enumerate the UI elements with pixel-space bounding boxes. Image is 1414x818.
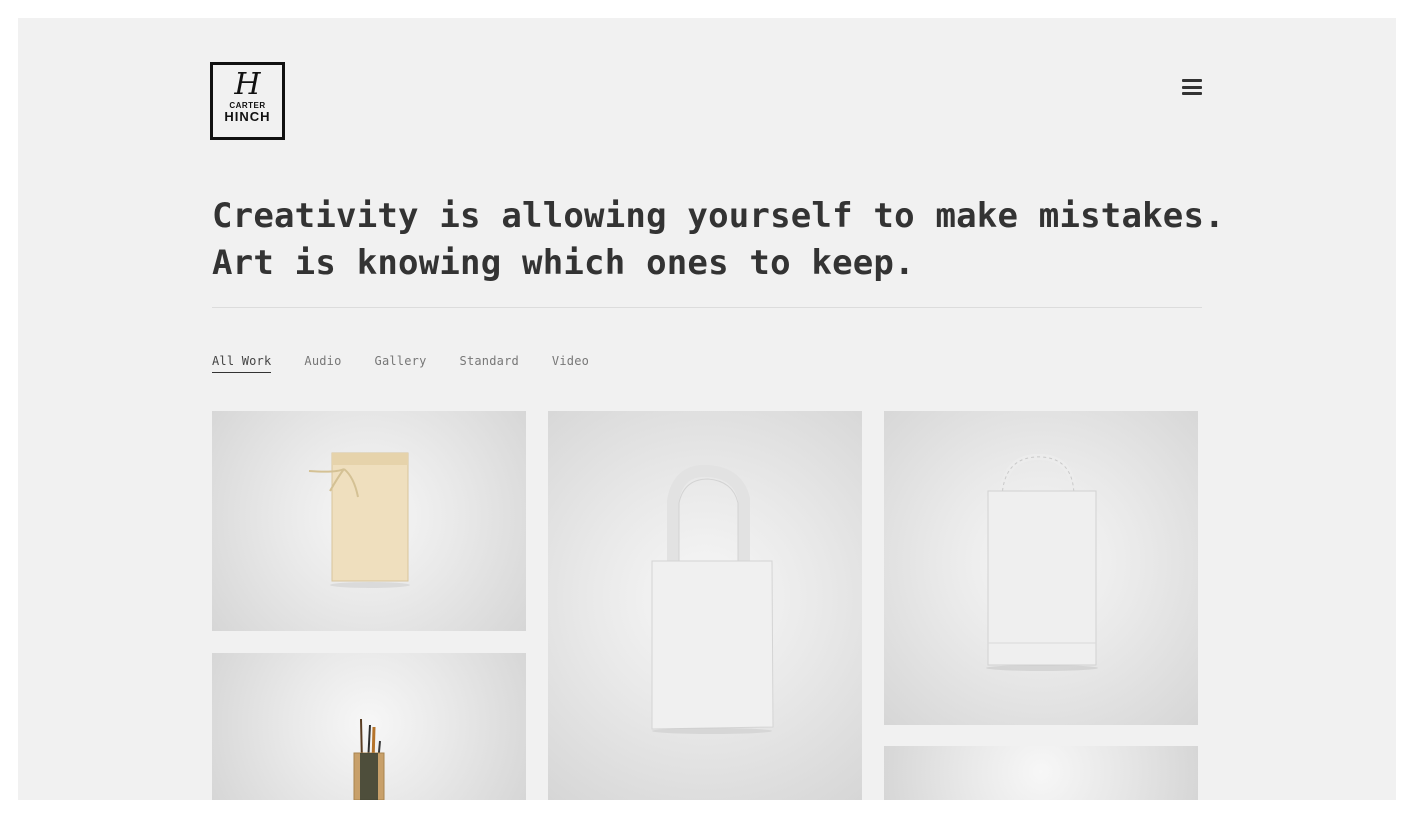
paper-bag-image — [986, 453, 1098, 671]
filter-audio[interactable]: Audio — [304, 354, 341, 373]
brush-holder-image — [353, 718, 385, 800]
filter-standard[interactable]: Standard — [460, 354, 519, 373]
portfolio-filters: All Work Audio Gallery Standard Video — [212, 354, 589, 373]
portfolio-item-tote-bag[interactable] — [548, 411, 862, 800]
hamburger-icon[interactable] — [1182, 79, 1202, 95]
page-container: H CARTER HINCH Creativity is allowing yo… — [18, 18, 1396, 800]
portfolio-item-paper-bag[interactable] — [884, 411, 1198, 725]
divider — [212, 307, 1202, 308]
menu-bar — [1182, 92, 1202, 95]
filter-video[interactable]: Video — [552, 354, 589, 373]
filter-gallery[interactable]: Gallery — [375, 354, 427, 373]
tote-bag-image — [651, 464, 774, 734]
headline-line-1: Creativity is allowing yourself to make … — [212, 196, 1225, 236]
menu-bar — [1182, 79, 1202, 82]
portfolio-item-brush-holder[interactable] — [212, 653, 526, 800]
menu-bar — [1182, 85, 1202, 89]
logo-monogram: H — [234, 67, 261, 102]
site-logo[interactable]: H CARTER HINCH — [210, 62, 285, 140]
logo-text-hinch: HINCH — [224, 109, 271, 124]
page-headline: Creativity is allowing yourself to make … — [212, 193, 1225, 287]
portfolio-item-mockup[interactable] — [884, 746, 1198, 800]
portfolio-item-drawstring-bag[interactable] — [212, 411, 526, 631]
headline-line-2: Art is knowing which ones to keep. — [212, 243, 915, 283]
filter-all-work[interactable]: All Work — [212, 354, 272, 373]
drawstring-bag-image — [308, 452, 410, 588]
